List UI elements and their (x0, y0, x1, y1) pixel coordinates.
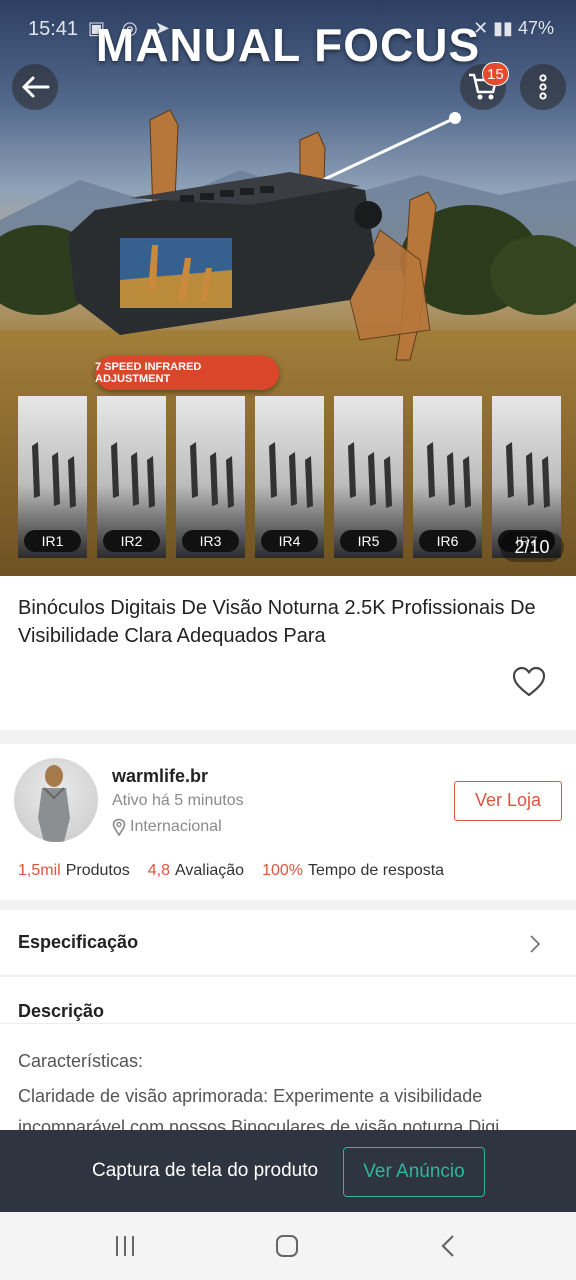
screenshot-capture-bar: Captura de tela do produto Ver Anúncio (0, 1130, 576, 1212)
stat-rating: 4,8 Avaliação (147, 862, 245, 879)
divider (0, 1023, 576, 1024)
stat-products: 1,5mil Produtos (18, 862, 130, 879)
ir-thumbnail: IR6 (413, 396, 482, 558)
back-nav-icon[interactable] (438, 1234, 460, 1258)
ir-thumbnail: IR4 (255, 396, 324, 558)
recents-icon[interactable] (112, 1234, 138, 1258)
store-avatar[interactable] (14, 758, 98, 842)
infrared-caption: 7 SPEED INFRARED ADJUSTMENT (95, 356, 279, 390)
ir-level-label: IR3 (182, 530, 239, 552)
description-title: Descrição (18, 1001, 105, 1021)
stat-response-time: 100% Tempo de resposta (262, 862, 445, 879)
arrow-left-icon (22, 76, 50, 98)
visit-store-button[interactable]: Ver Loja (454, 781, 562, 821)
ir-thumbnail: IR5 (334, 396, 403, 558)
ir-level-label: IR5 (340, 530, 397, 552)
infrared-level-thumbnails: IR1 IR2 IR3 IR4 IR5 IR6 IR7 (18, 396, 576, 558)
ir-thumbnail: IR1 (18, 396, 87, 558)
home-icon[interactable] (275, 1234, 299, 1258)
chevron-right-icon (530, 935, 541, 953)
ir-thumbnail: IR2 (97, 396, 166, 558)
more-vertical-icon (539, 74, 547, 100)
ir-level-label: IR2 (103, 530, 160, 552)
store-location-text: Internacional (130, 818, 222, 835)
product-title: Binóculos Digitais De Visão Noturna 2.5K… (18, 597, 536, 647)
ir-level-label: IR1 (24, 530, 81, 552)
ir-thumbnail: IR3 (176, 396, 245, 558)
product-page: { "status_bar": { "time": "15:41", "batt… (0, 0, 576, 1280)
store-stats: 1,5mil Produtos 4,8 Avaliação 100% Tempo de… (18, 862, 444, 880)
view-ad-button[interactable]: Ver Anúncio (343, 1147, 485, 1197)
description-section: Descrição Características: Claridade de … (0, 977, 576, 1137)
store-name[interactable]: warmlife.br (112, 766, 208, 787)
heart-icon[interactable] (512, 666, 546, 698)
specification-label: Especificação (18, 932, 139, 952)
back-button[interactable] (12, 64, 58, 110)
ir-level-label: IR4 (261, 530, 318, 552)
store-card: warmlife.br Ativo há 5 minutos Internaci… (0, 744, 576, 900)
system-nav-bar (0, 1212, 576, 1280)
store-location: Internacional (112, 818, 222, 836)
image-counter: 2/10 (500, 532, 564, 562)
more-options-button[interactable] (520, 64, 566, 110)
capture-label: Captura de tela do produto (92, 1160, 319, 1181)
product-image-gallery[interactable]: 15:41 ▣ ◎ ➤ ✕ ▮▮ 47% MANUAL FOCUS 15 7 S… (0, 0, 576, 576)
specification-row[interactable]: Especificação (0, 910, 576, 976)
store-active-status: Ativo há 5 minutos (112, 792, 244, 809)
description-subtitle: Características: (18, 1051, 144, 1071)
ir-level-label: IR6 (419, 530, 476, 552)
product-title-card: Binóculos Digitais De Visão Noturna 2.5K… (0, 576, 576, 730)
location-pin-icon (112, 818, 126, 836)
cart-count-badge: 15 (482, 62, 509, 86)
